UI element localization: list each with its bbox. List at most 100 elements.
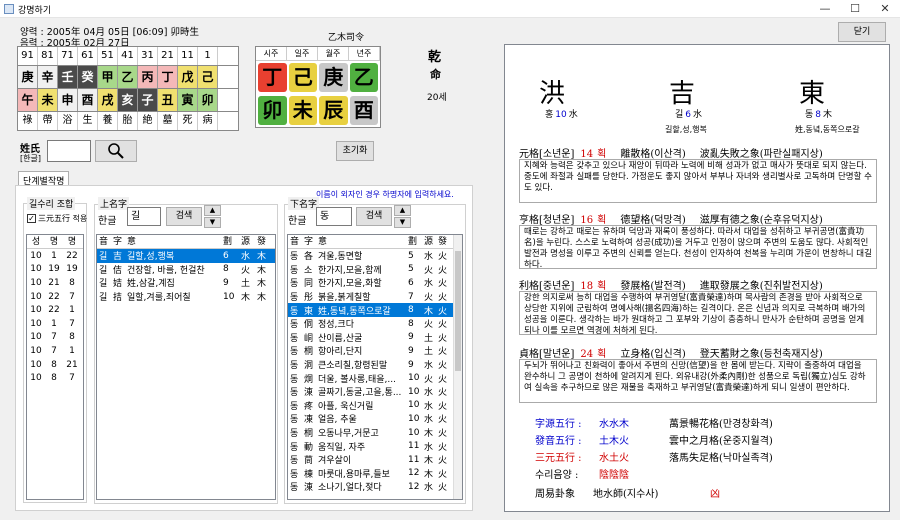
suri-list[interactable]: 성명명 10 1 22 10 19 19 10 21 8 10 22 7 10 22 1 10 1 7 10 7 8 10… [26, 234, 84, 500]
saju-stem: 庚 [319, 63, 348, 92]
lower-column-header[interactable]: 意 [316, 235, 406, 248]
upper-row[interactable]: 길 拮 일할,겨룰,죄어칠 10 木木 [97, 290, 275, 304]
upper-column-header[interactable]: 意 [125, 235, 221, 248]
lower-row[interactable]: 동 凍 얼음, 추울 10 水火 [288, 412, 462, 426]
close-button[interactable]: ✕ [870, 0, 900, 18]
lower-row[interactable]: 동 烔 더울, 볼사롱,태을,... 10 火火 [288, 371, 462, 385]
lower-column-header[interactable]: 源 [422, 235, 436, 248]
upper-row[interactable]: 길 姞姓,삼갈,계집 9 土木 [97, 276, 275, 290]
minimize-button[interactable]: — [810, 0, 840, 18]
lower-scrollbar[interactable] [453, 235, 462, 499]
lower-row[interactable]: 동 棟 마룻대,용마루,들보 12 木火 [288, 467, 462, 481]
fortune-image: 登天蓄財之象(등천축재지상) [699, 349, 823, 360]
lower-row[interactable]: 동 疼 아플, 욱신거릴 10 水火 [288, 399, 462, 413]
lower-row[interactable]: 동 侗 정성,크다 8 火火 [288, 317, 462, 331]
lower-column-header[interactable]: 字 [302, 235, 316, 248]
upper-column-header[interactable]: 劃 [221, 235, 239, 248]
lower-cell: 木 [424, 456, 434, 467]
suri-row[interactable]: 10 1 22 [27, 249, 83, 263]
upper-column-header[interactable]: 源 [239, 235, 255, 248]
lower-row[interactable]: 동 動 움직일, 자주 11 水火 [288, 439, 462, 453]
daeun-number: 31 [138, 47, 158, 65]
upper-input[interactable]: 길 [127, 207, 161, 226]
fortune-text: 때로는 강하고 때로는 유하며 덕망과 재록이 풍성하다. 따라서 대업을 성취… [519, 225, 877, 269]
upper-column-header[interactable]: 發 [255, 235, 271, 248]
lower-cell: 同 [304, 279, 314, 290]
lower-row[interactable]: 동 峒 산이름,산굴 9 土火 [288, 331, 462, 345]
lower-row[interactable]: 동 各 겨울,동면할 5 水火 [288, 249, 462, 263]
maximize-button[interactable]: ☐ [840, 0, 870, 18]
upper-cell: 9 [223, 277, 229, 288]
lower-hint: 이름이 외자인 경우 하명자에 입력하세요. [316, 190, 454, 199]
suri-row[interactable]: 10 7 8 [27, 331, 83, 345]
upper-cell: 姞 [113, 279, 123, 290]
suri-row[interactable]: 10 19 19 [27, 263, 83, 277]
upper-up-button[interactable]: ▲ [204, 205, 221, 216]
samwon-checkbox[interactable]: ✓ 三元五行 적용 [27, 213, 87, 224]
upper-search-button[interactable]: 검색 [166, 207, 202, 226]
lower-cell: 火 [424, 265, 434, 276]
result-stroke: 8 [815, 110, 822, 120]
upper-row[interactable]: 길 佶 건장할, 바를, 헌걸찬 8 火木 [97, 263, 275, 277]
suri-row[interactable]: 10 22 7 [27, 290, 83, 304]
lower-column-header[interactable]: 劃 [406, 235, 422, 248]
lower-cell: 동 [290, 374, 299, 385]
lower-cell: 火 [424, 293, 434, 304]
lower-cell: 9 [408, 332, 414, 343]
suri-row[interactable]: 10 1 7 [27, 317, 83, 331]
upper-down-button[interactable]: ▼ [204, 217, 221, 228]
upper-row[interactable]: 길 吉 길할,성,행복 6 水木 [97, 249, 275, 263]
suri-column-header[interactable]: 성 [27, 235, 45, 248]
suri-cell: 10 [30, 264, 42, 275]
upper-cell: 10 [223, 291, 235, 302]
surname-search-button[interactable] [95, 140, 137, 162]
fortune-section: 元格[소년운] 14 획 離散格(이산격) 波亂失敗之象(파란실패지상) 지혜와 능력은 … [519, 145, 877, 203]
lower-column-header[interactable]: 音 [288, 235, 302, 248]
lower-row[interactable]: 동 彤 붉을,붉게칠할 7 火火 [288, 290, 462, 304]
lower-cell: 姓,동녘,동쪽으로갈 [318, 306, 391, 317]
upper-column-header[interactable]: 音 [97, 235, 111, 248]
lower-row[interactable]: 동 涷 소나기,얼다,젖다 12 水火 [288, 480, 462, 494]
lower-input[interactable]: 동 [316, 207, 352, 226]
suri-row[interactable]: 10 21 8 [27, 276, 83, 290]
daeun-stem: 甲 [98, 66, 118, 88]
upper-list[interactable]: 音字意劃源發 길 吉 길할,성,행복 6 水木 길 佶 건장할, 바를, 헌걸찬 8 火木 길 姞姓,… [96, 234, 276, 500]
suri-cell: 7 [69, 373, 75, 384]
window-title: 강명하기 [18, 6, 52, 16]
lower-row[interactable]: 동 涷 골짜기,동굴,고을,통... 10 水火 [288, 385, 462, 399]
lower-cell: 정성,크다 [318, 320, 354, 331]
daeun-branch: 亥 [118, 89, 138, 111]
lower-search-button[interactable]: 검색 [356, 207, 392, 226]
upper-column-header[interactable]: 字 [111, 235, 125, 248]
lower-cell: 산이름,산굴 [318, 333, 363, 344]
lower-list[interactable]: 音字意劃源發 동 各 겨울,동면할 5 水火 동 소 한가지,모을,함께 5 火火 동 同 한가지,모을… [287, 234, 463, 500]
lower-row[interactable]: 동 桐 항아리,단지 9 土火 [288, 344, 462, 358]
lower-row[interactable]: 동 東姓,동녘,동쪽으로갈 8 木火 [288, 303, 462, 317]
lower-row[interactable]: 동 茼 겨우살이 11 木火 [288, 453, 462, 467]
daeun-stem: 庚 [18, 66, 38, 88]
reset-button[interactable]: 초기화 [336, 141, 374, 161]
suri-row[interactable]: 10 8 7 [27, 371, 83, 385]
fortune-grade: 立身格(입신격) [620, 349, 686, 360]
saju-header: 일주 [287, 47, 318, 60]
lower-row[interactable]: 동 桐 오동나무,거문고 10 木火 [288, 426, 462, 440]
lower-column-header[interactable]: 發 [436, 235, 450, 248]
lower-row[interactable]: 동 洞 큰소리칠,항령된말 9 水火 [288, 358, 462, 372]
suri-cell: 1 [69, 305, 75, 316]
suri-column-header[interactable]: 명 [63, 235, 81, 248]
suri-column-header[interactable]: 명 [45, 235, 63, 248]
suri-row[interactable]: 10 22 1 [27, 303, 83, 317]
surname-input[interactable] [47, 140, 91, 162]
lower-down-button[interactable]: ▼ [394, 217, 411, 228]
suri-row[interactable]: 10 8 21 [27, 358, 83, 372]
lower-cell: 12 [408, 468, 420, 479]
close-dialog-button[interactable]: 닫기 [838, 22, 886, 42]
lower-row[interactable]: 동 同 한가지,모을,화할 6 水火 [288, 276, 462, 290]
lower-cell: 火 [438, 374, 448, 385]
lower-up-button[interactable]: ▲ [394, 205, 411, 216]
fortune-section: 亨格[청년운] 16 획 德望格(덕망격) 滋厚有德之象(순후유덕지상) 때로는 강하고 … [519, 211, 877, 269]
suri-row[interactable]: 10 7 1 [27, 344, 83, 358]
lower-cell: 마룻대,용마루,들보 [318, 469, 390, 480]
fortune-grade: 發展格(발전격) [620, 281, 686, 292]
lower-row[interactable]: 동 소 한가지,모을,함께 5 火火 [288, 263, 462, 277]
